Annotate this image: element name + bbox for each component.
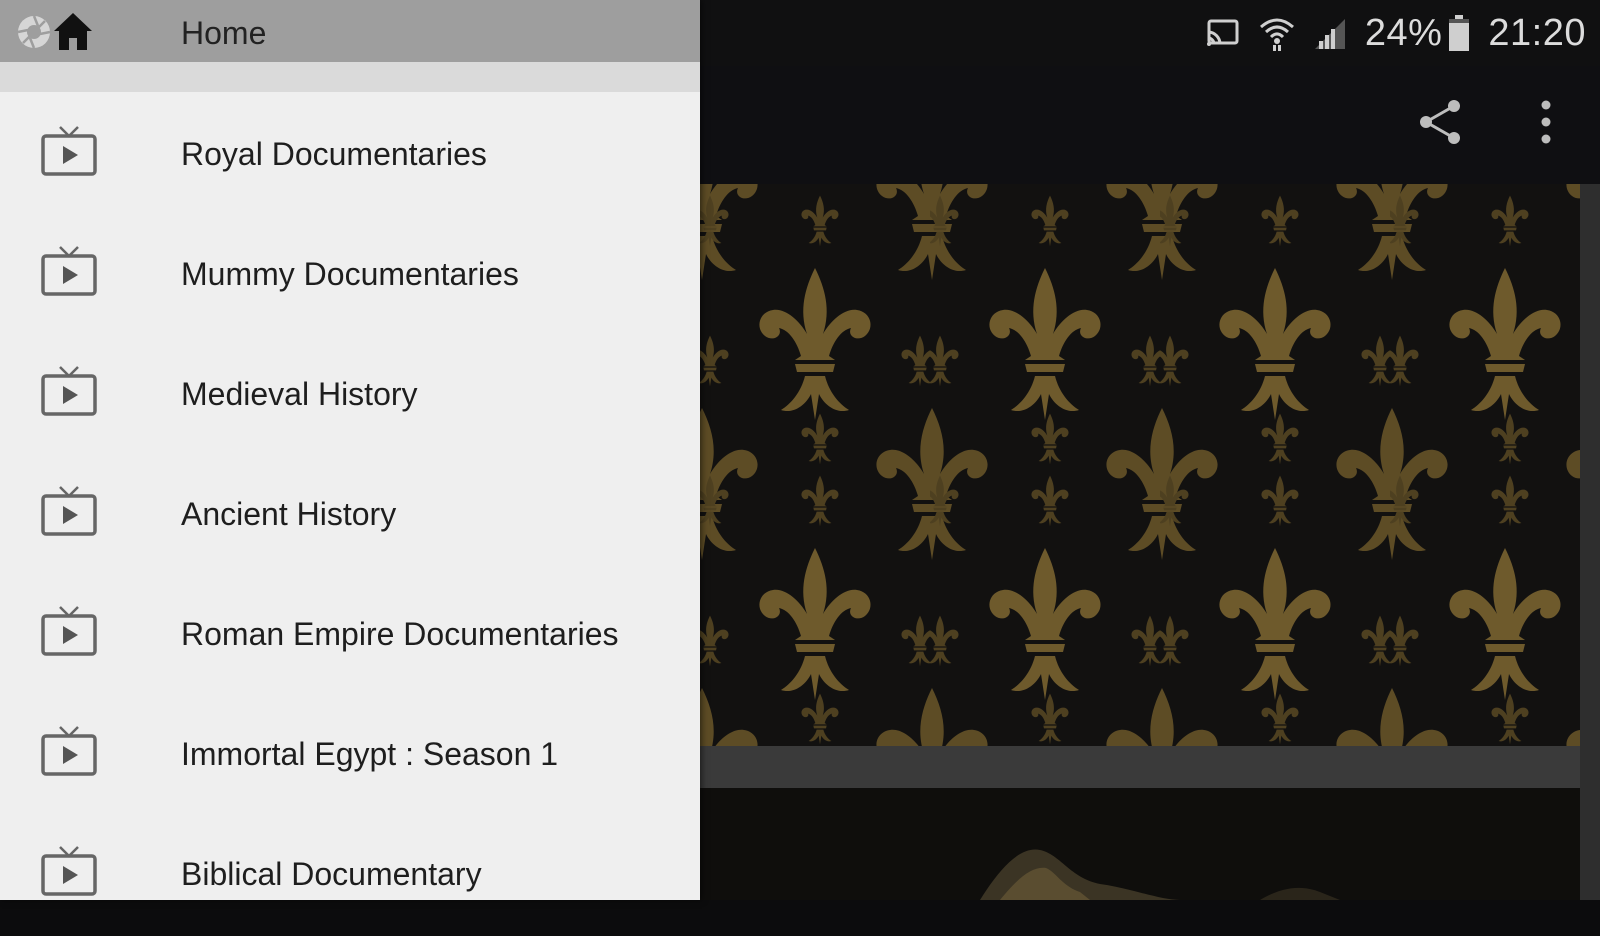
status-icons: 24% 21:20 bbox=[1205, 0, 1586, 66]
drawer-menu: Royal Documentaries Mummy Documentaries … bbox=[0, 92, 700, 932]
battery-icon bbox=[1448, 15, 1470, 51]
home-icon bbox=[52, 10, 94, 57]
drawer-item-roman-empire-documentaries[interactable]: Roman Empire Documentaries bbox=[0, 572, 700, 692]
clock: 21:20 bbox=[1488, 11, 1586, 54]
signal-icon bbox=[1313, 17, 1347, 49]
drawer-item-label: Mummy Documentaries bbox=[181, 256, 519, 292]
drawer-item-label: Ancient History bbox=[181, 496, 397, 532]
list-scroll-edge bbox=[1580, 184, 1600, 900]
tv-play-icon bbox=[40, 725, 98, 779]
tv-play-icon bbox=[40, 365, 98, 419]
camera-aperture-icon bbox=[16, 14, 52, 55]
cast-icon bbox=[1205, 18, 1241, 48]
share-icon bbox=[1414, 96, 1466, 153]
drawer-item-label: Biblical Documentary bbox=[181, 856, 482, 892]
drawer-item-medieval-history[interactable]: Medieval History bbox=[0, 332, 700, 452]
navigation-drawer: Home Royal Documentaries Mummy Documenta… bbox=[0, 0, 700, 900]
battery-percent: 24% bbox=[1364, 11, 1443, 54]
drawer-home-item[interactable]: Home bbox=[0, 0, 700, 62]
battery-indicator: 24% bbox=[1365, 12, 1471, 55]
content-list bbox=[700, 184, 1600, 900]
share-button[interactable] bbox=[1408, 92, 1472, 156]
drawer-item-label: Royal Documentaries bbox=[181, 136, 487, 172]
drawer-header-divider bbox=[0, 62, 700, 92]
tv-play-icon bbox=[40, 845, 98, 899]
drawer-item-immortal-egypt-season-1[interactable]: Immortal Egypt : Season 1 bbox=[0, 692, 700, 812]
drawer-item-ancient-history[interactable]: Ancient History bbox=[0, 452, 700, 572]
category-card-image-2[interactable] bbox=[700, 788, 1580, 900]
fleur-de-lis-pattern bbox=[700, 184, 1580, 746]
tv-play-icon bbox=[40, 605, 98, 659]
wifi-icon bbox=[1259, 15, 1295, 51]
more-vert-icon bbox=[1539, 99, 1553, 150]
drawer-header-icons bbox=[16, 10, 96, 54]
drawer-item-biblical-documentary[interactable]: Biblical Documentary bbox=[0, 812, 700, 932]
drawer-item-label: Roman Empire Documentaries bbox=[181, 616, 619, 652]
drawer-item-label: Medieval History bbox=[181, 376, 418, 412]
drawer-item-royal-documentaries[interactable]: Royal Documentaries bbox=[0, 92, 700, 212]
drawer-item-mummy-documentaries[interactable]: Mummy Documentaries bbox=[0, 212, 700, 332]
dark-photo-thumbnail bbox=[700, 788, 1580, 900]
tv-play-icon bbox=[40, 125, 98, 179]
tv-play-icon bbox=[40, 485, 98, 539]
tv-play-icon bbox=[40, 245, 98, 299]
drawer-home-label: Home bbox=[181, 15, 267, 51]
drawer-item-label: Immortal Egypt : Season 1 bbox=[181, 736, 559, 772]
category-card-image[interactable] bbox=[700, 184, 1580, 746]
more-options-button[interactable] bbox=[1514, 92, 1578, 156]
